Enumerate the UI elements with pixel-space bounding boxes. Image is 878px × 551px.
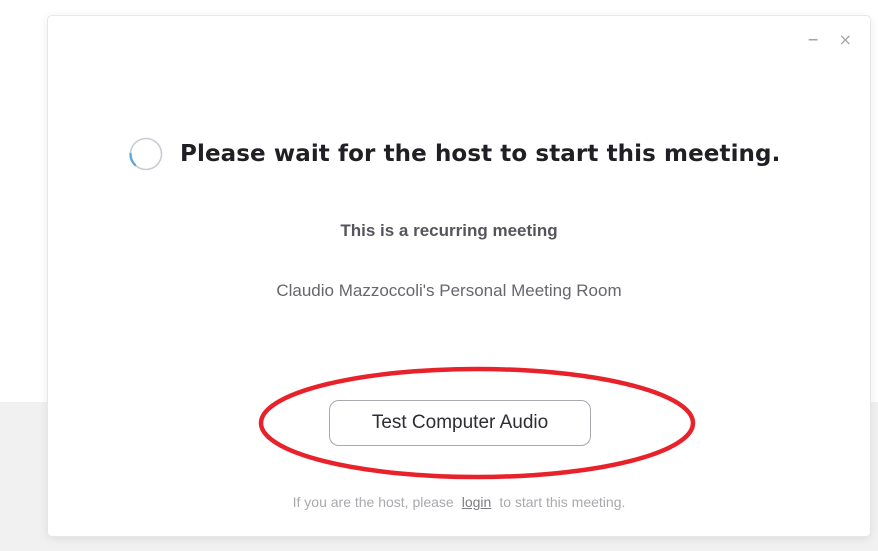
host-note-suffix: to start this meeting. [499, 494, 626, 510]
meeting-room-name: Claudio Mazzoccoli's Personal Meeting Ro… [276, 281, 622, 300]
close-button[interactable]: × [839, 30, 852, 50]
window-controls: – × [808, 29, 852, 51]
host-login-note: If you are the host, please login to start… [48, 494, 870, 510]
host-note-prefix: If you are the host, please [292, 494, 454, 510]
page-title: Please wait for the host to start this m… [180, 141, 781, 167]
loading-spinner-icon [129, 137, 163, 171]
login-link[interactable]: login [462, 494, 492, 510]
waiting-room-dialog: – × Please wait for the host to start th… [48, 16, 870, 536]
minimize-button[interactable]: – [808, 29, 819, 51]
status-headline-row: Please wait for the host to start this m… [128, 136, 780, 172]
recurring-meeting-label: This is a recurring meeting [340, 221, 558, 240]
test-computer-audio-button[interactable]: Test Computer Audio [329, 400, 591, 446]
